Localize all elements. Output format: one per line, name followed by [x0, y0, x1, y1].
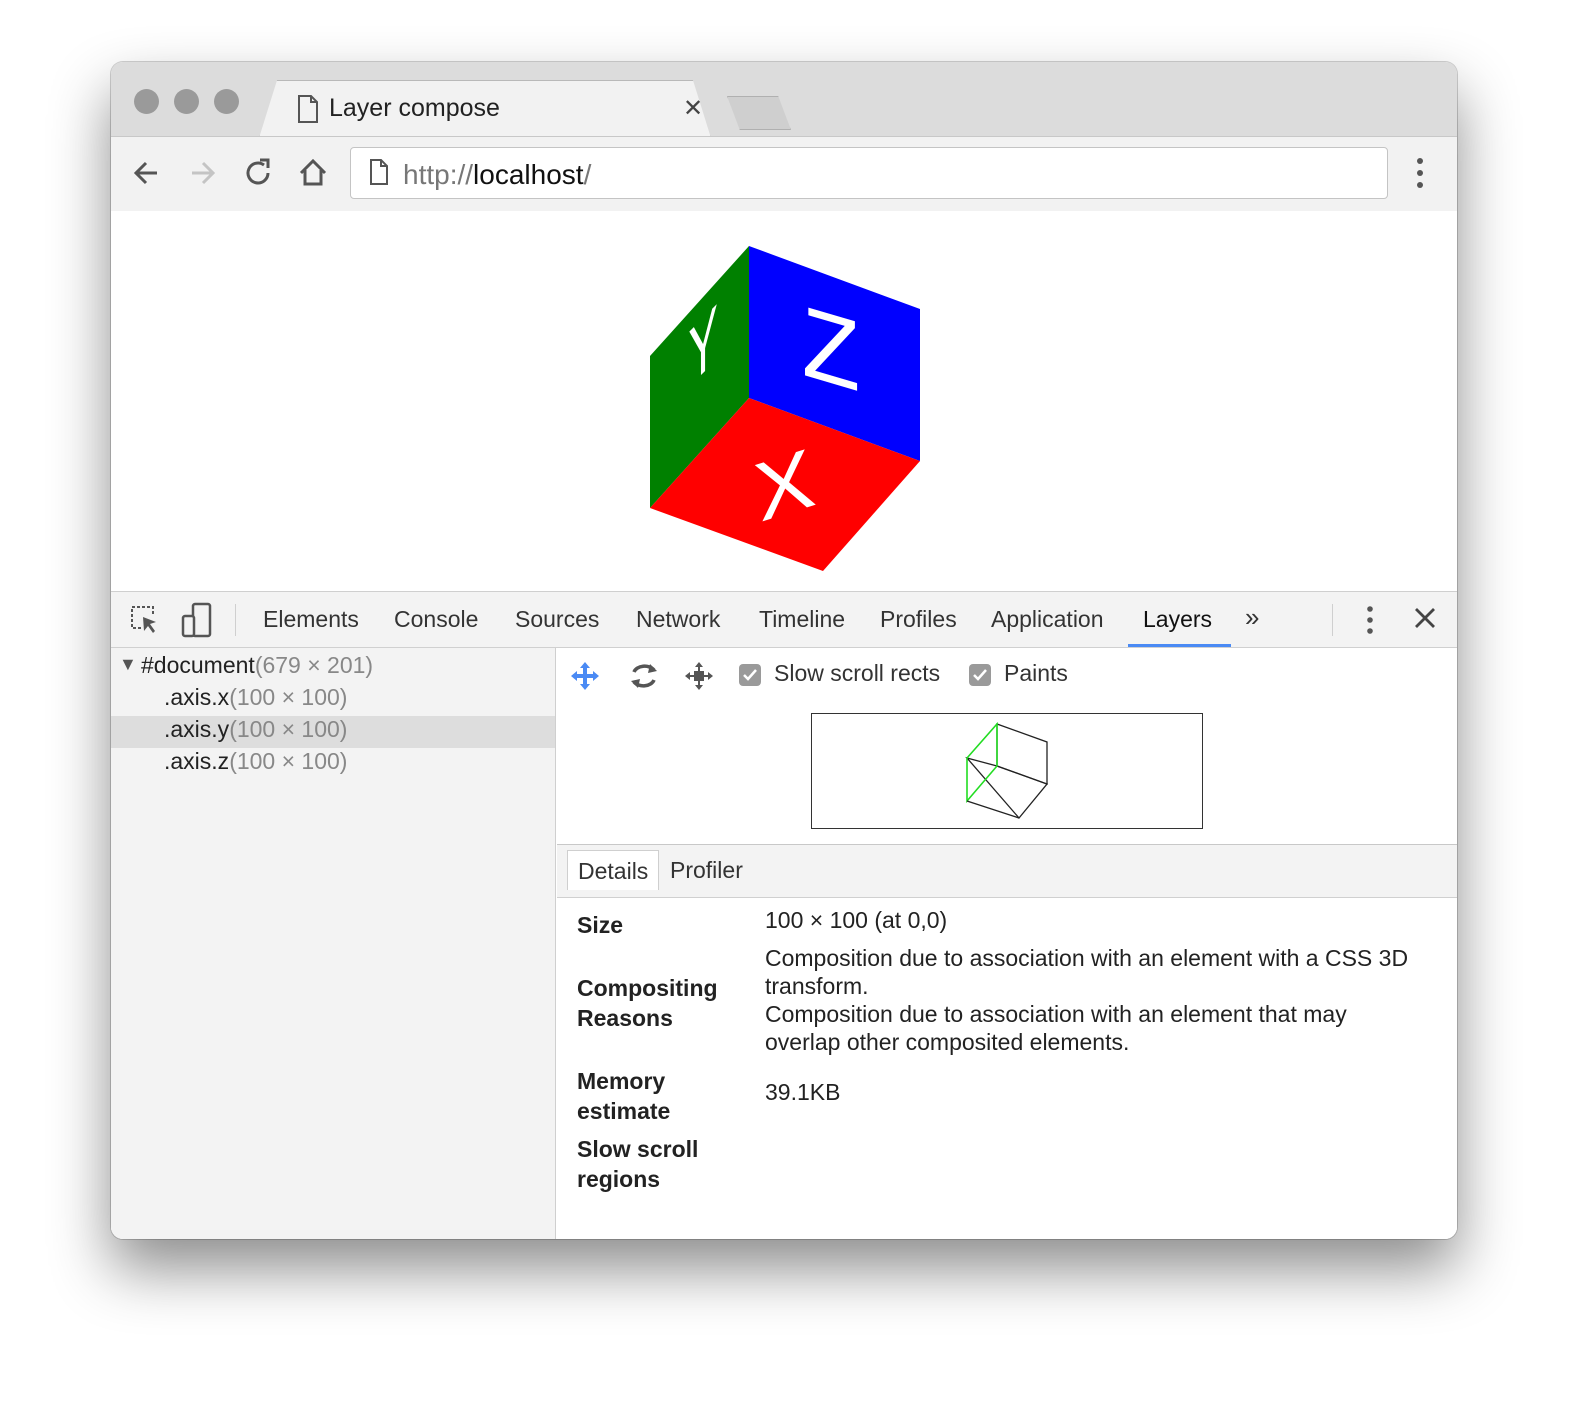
- browser-window: Layer compose ✕ http://localhost/ Y Z X …: [111, 62, 1457, 1239]
- slow-scroll-rects-checkbox[interactable]: [739, 664, 761, 686]
- forward-arrow-icon[interactable]: [180, 151, 224, 195]
- size-value: 100 × 100 (at 0,0): [765, 907, 948, 933]
- inspect-element-icon[interactable]: [129, 604, 159, 636]
- reload-icon[interactable]: [236, 151, 280, 195]
- tab-close-icon[interactable]: ✕: [683, 94, 703, 123]
- tab-application[interactable]: Application: [991, 606, 1104, 633]
- home-icon[interactable]: [291, 151, 335, 195]
- paints-checkbox[interactable]: [969, 664, 991, 686]
- maximize-window-button[interactable]: [214, 89, 239, 114]
- title-bar: Layer compose ✕: [111, 62, 1457, 138]
- tree-row-document[interactable]: ▼ #document(679 × 201): [111, 652, 555, 684]
- close-devtools-icon[interactable]: [1413, 606, 1437, 630]
- page-viewport: Y Z X: [111, 211, 1457, 591]
- url-text: http://localhost/: [403, 159, 592, 190]
- compositing-reasons-value: Composition due to association with an e…: [765, 945, 1409, 1055]
- layer-tree: ▼ #document(679 × 201) .axis.x(100 × 100…: [111, 648, 556, 1239]
- layers-3d-preview[interactable]: [811, 713, 1203, 829]
- tab-sources[interactable]: Sources: [515, 606, 599, 633]
- devtools-tab-bar: Elements Console Sources Network Timelin…: [111, 592, 1457, 648]
- tab-timeline[interactable]: Timeline: [759, 606, 845, 633]
- tab-console[interactable]: Console: [394, 606, 478, 633]
- tab-elements[interactable]: Elements: [263, 606, 359, 633]
- tab-details[interactable]: Details: [567, 850, 660, 890]
- pan-mode-icon[interactable]: [569, 660, 601, 692]
- toolbar-divider: [1332, 604, 1333, 636]
- memory-estimate-value: 39.1KB: [765, 1079, 841, 1105]
- size-label: Size: [577, 912, 624, 938]
- layers-view: Slow scroll rects Paints Details Profile…: [557, 648, 1457, 1239]
- expand-triangle-icon[interactable]: ▼: [119, 654, 137, 675]
- paints-label: Paints: [1004, 660, 1068, 686]
- tab-layers[interactable]: Layers: [1143, 606, 1212, 633]
- close-window-button[interactable]: [134, 89, 159, 114]
- more-tabs-chevron-icon[interactable]: »: [1245, 602, 1259, 633]
- minimize-window-button[interactable]: [174, 89, 199, 114]
- device-toolbar-icon[interactable]: [181, 602, 213, 638]
- reset-transform-icon[interactable]: [683, 660, 715, 692]
- tab-profiles[interactable]: Profiles: [880, 606, 957, 633]
- layers-toolbar: Slow scroll rects Paints: [557, 648, 1457, 702]
- rotate-mode-icon[interactable]: [627, 660, 661, 692]
- slow-scroll-regions-label: Slow scroll regions: [577, 1136, 699, 1192]
- checkmark-icon: [743, 669, 757, 681]
- details-tab-bar: Details Profiler: [557, 844, 1457, 898]
- devtools-panel: Elements Console Sources Network Timelin…: [111, 591, 1457, 1239]
- tab-profiler[interactable]: Profiler: [670, 857, 743, 884]
- tree-row-axis-x[interactable]: .axis.x(100 × 100): [111, 684, 555, 716]
- checkmark-icon: [973, 669, 987, 681]
- page-info-icon[interactable]: [369, 159, 389, 185]
- toolbar-divider: [235, 604, 236, 636]
- memory-estimate-label: Memory estimate: [577, 1068, 671, 1124]
- z-face-label: Z: [802, 285, 860, 414]
- active-tab-indicator: [1128, 644, 1231, 647]
- back-arrow-icon[interactable]: [125, 151, 169, 195]
- new-tab-button[interactable]: [727, 96, 791, 130]
- tab-title: Layer compose: [329, 94, 500, 122]
- tab-network[interactable]: Network: [636, 606, 720, 633]
- browser-toolbar: http://localhost/: [111, 136, 1457, 212]
- axis-cube: Y Z X: [650, 246, 920, 571]
- browser-menu-icon[interactable]: [1407, 153, 1433, 193]
- page-icon: [298, 95, 318, 123]
- compositing-label: Compositing Reasons: [577, 975, 718, 1031]
- devtools-menu-icon[interactable]: [1359, 604, 1381, 636]
- tree-row-axis-z[interactable]: .axis.z(100 × 100): [111, 748, 555, 780]
- tree-row-axis-y[interactable]: .axis.y(100 × 100): [111, 716, 555, 748]
- layer-wireframe: [965, 721, 1049, 820]
- address-bar[interactable]: http://localhost/: [350, 147, 1388, 199]
- slow-scroll-rects-label: Slow scroll rects: [774, 660, 941, 686]
